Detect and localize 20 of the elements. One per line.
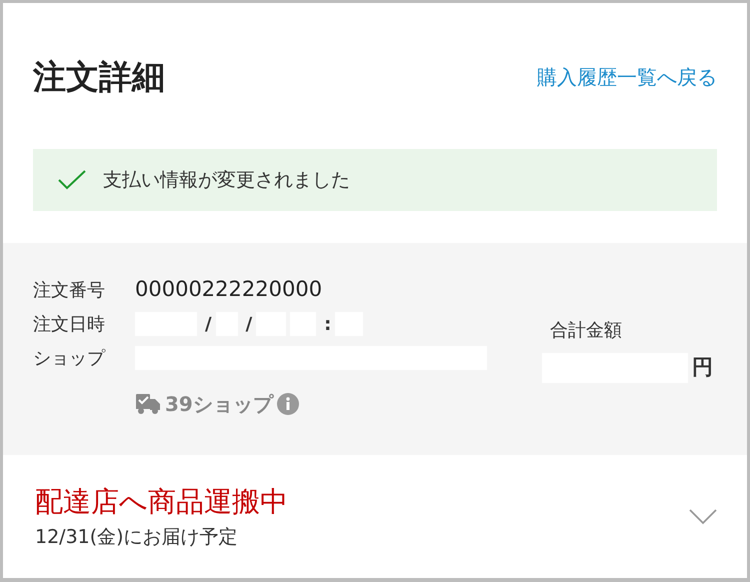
shop-program-label: 39ショップ: [165, 391, 273, 418]
delivery-status-row[interactable]: 配達店へ商品運搬中 12/31(金)にお届け予定: [3, 455, 747, 552]
order-number: 00000222220000: [135, 276, 322, 304]
alert-text: 支払い情報が変更されました: [103, 168, 350, 193]
separator: /: [246, 312, 252, 336]
back-link[interactable]: 購入履歴一覧へ戻る: [537, 62, 717, 92]
separator: /: [205, 312, 212, 336]
delivery-date: 12/31(金)にお届け予定: [35, 525, 239, 550]
delivery-status: 配達店へ商品運搬中: [35, 484, 288, 520]
info-icon[interactable]: [276, 393, 299, 415]
field-label: 注文日時: [33, 312, 106, 336]
page-title: 注文詳細: [33, 57, 165, 97]
field-label: 注文番号: [33, 278, 106, 302]
delivery-truck-icon: [135, 393, 161, 415]
check-icon: [57, 169, 87, 191]
chevron-icon[interactable]: [689, 508, 717, 525]
total-label: 合計金額: [550, 319, 623, 343]
field-label: ショップ: [33, 346, 106, 370]
currency-unit: 円: [692, 354, 713, 381]
separator: :: [324, 312, 332, 336]
